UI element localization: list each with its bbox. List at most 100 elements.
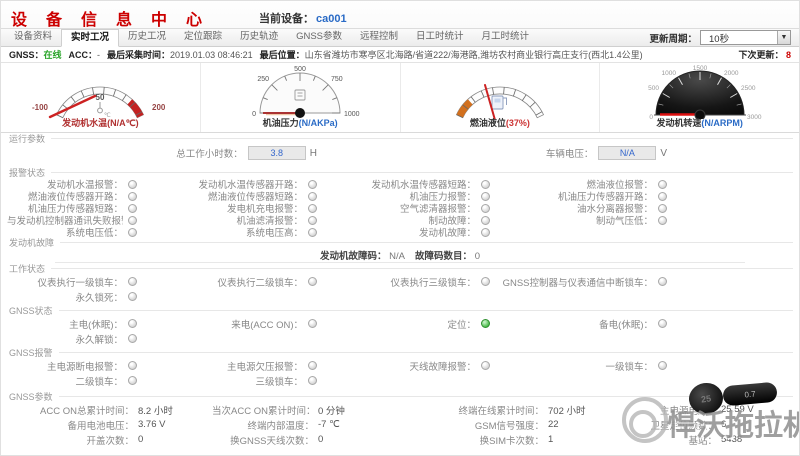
gauge-tick-label: 1000 xyxy=(344,111,360,118)
gauge-tick-label: 2500 xyxy=(741,85,756,92)
gauge-tick-label: -100 xyxy=(32,103,49,112)
status-item: 来电(ACC ON)： xyxy=(147,316,327,331)
tab-list: 设备资料实时工况历史工况定位跟踪历史轨迹GNSS参数远程控制日工时统计月工时统计 xyxy=(1,29,538,46)
status-item: 发动机故障： xyxy=(327,226,500,238)
status-led xyxy=(128,216,137,225)
section-header: GNSS参数 xyxy=(7,391,793,402)
run-params-grid: 总工作小时数：3.8H车辆电压：N/AV xyxy=(7,144,793,162)
status-led xyxy=(308,192,317,201)
status-led xyxy=(128,334,137,343)
gauge-tick-label: 0 xyxy=(649,114,653,119)
param-item: 开盖次数：0 xyxy=(7,432,212,447)
param-item: 终端在线累计时间：702 小时 xyxy=(392,402,622,417)
status-item: GNSS控制器与仪表通信中断锁车： xyxy=(500,274,677,289)
acc-value: - xyxy=(97,50,100,60)
tab-item[interactable]: 历史工况 xyxy=(119,29,175,46)
gauge-value: (N/ARPM) xyxy=(701,118,743,128)
gauge-value: (37%) xyxy=(506,118,530,128)
tab-item[interactable]: 远程控制 xyxy=(351,29,407,46)
tab-item[interactable]: 月工时统计 xyxy=(473,29,539,46)
current-device-label: 当前设备： xyxy=(259,13,314,25)
param-label: 换GNSS天线次数： xyxy=(212,433,314,447)
gauge-tick-label: 500 xyxy=(648,85,659,92)
status-item-label: 发动机故障： xyxy=(327,225,476,239)
status-item: 主电源欠压报警： xyxy=(147,358,327,373)
param-item: 换SIM卡次数：1 xyxy=(392,432,622,447)
next-update-value: 8 xyxy=(786,50,791,60)
section-header: 工作状态 xyxy=(7,263,793,274)
tab-item[interactable]: 设备资料 xyxy=(5,29,61,46)
brand-watermark-text: 悍沃拖拉机 xyxy=(667,402,800,444)
status-item-label: 永久锁死： xyxy=(7,290,123,304)
fault-code-label: 发动机故障码： xyxy=(320,251,387,262)
status-item: 仪表执行二级锁车： xyxy=(147,274,327,289)
run-param-unit: V xyxy=(660,148,667,159)
engine-fault-line: 发动机故障码： N/A 故障码数目： 0 xyxy=(7,248,793,260)
section-run-params: 运行参数 总工作小时数：3.8H车辆电压：N/AV xyxy=(1,133,799,167)
param-label: 终端内部温度： xyxy=(212,418,314,432)
work-status-grid: 仪表执行一级锁车：仪表执行二级锁车：仪表执行三级锁车：GNSS控制器与仪表通信中… xyxy=(7,274,793,304)
section-title: 运行参数 xyxy=(9,132,45,145)
gauge-value: (N/AKPa) xyxy=(299,118,338,128)
param-value: 8.2 小时 xyxy=(138,403,202,417)
alarm-status-grid: 发动机水温报警：发动机水温传感器开路：发动机水温传感器短路：燃油液位报警：燃油液… xyxy=(7,178,793,238)
status-led xyxy=(128,204,137,213)
status-led xyxy=(481,361,490,370)
tab-item[interactable]: 定位跟踪 xyxy=(175,29,231,46)
status-led xyxy=(128,292,137,301)
brand-logo-icon xyxy=(622,397,668,443)
thermometer-icon xyxy=(98,102,103,113)
gauge-tick-label: 1500 xyxy=(692,65,707,72)
status-led xyxy=(308,277,317,286)
gauge-oil-pressure: 0 250 500 750 1000 机油压力(N/AKPa) xyxy=(201,63,401,132)
run-param-item: 车辆电压：N/AV xyxy=(500,144,677,162)
section-work-status: 工作状态 仪表执行一级锁车：仪表执行二级锁车：仪表执行三级锁车：GNSS控制器与… xyxy=(1,263,799,305)
gauge-tick-label: 200 xyxy=(152,103,166,112)
param-label: ACC ON总累计时间： xyxy=(7,403,134,417)
tab-active[interactable]: 实时工况 xyxy=(61,29,119,47)
gauge-tick-label: 0 xyxy=(252,111,256,118)
tab-item[interactable]: 历史轨迹 xyxy=(231,29,287,46)
status-led xyxy=(128,228,137,237)
gauge-label: 燃油液位(37%) xyxy=(470,116,530,129)
update-cycle-select[interactable]: 10秒 ▼ xyxy=(700,30,791,45)
device-info-page: 设备信息中心 当前设备：ca001 设备资料实时工况历史工况定位跟踪历史轨迹GN… xyxy=(0,0,800,456)
status-led xyxy=(481,192,490,201)
status-led xyxy=(308,319,317,328)
chevron-down-icon: ▼ xyxy=(777,31,790,44)
status-item-label: 仪表执行二级锁车： xyxy=(147,275,303,289)
section-gnss-alarm: GNSS报警 主电源断电报警：主电源欠压报警：天线故障报警：一级锁车：二级锁车：… xyxy=(1,347,799,391)
param-label: 备用电池电压： xyxy=(7,418,134,432)
fuel-gauge-dial xyxy=(401,63,600,119)
last-location-label: 最后位置： xyxy=(260,48,305,61)
status-led xyxy=(128,361,137,370)
status-item-label: 备电(休眠)： xyxy=(500,317,653,331)
status-item-label: 定位： xyxy=(327,317,476,331)
status-led xyxy=(128,277,137,286)
tab-item[interactable]: GNSS参数 xyxy=(287,29,351,46)
current-device-id[interactable]: ca001 xyxy=(316,13,347,25)
run-param-item: 总工作小时数：3.8H xyxy=(147,144,327,162)
status-led xyxy=(128,319,137,328)
status-item-label: 一级锁车： xyxy=(500,359,653,373)
status-item-label: 来电(ACC ON)： xyxy=(147,317,303,331)
status-led xyxy=(481,180,490,189)
section-rule xyxy=(51,268,793,269)
status-led xyxy=(308,361,317,370)
param-value: 0 xyxy=(138,434,202,445)
run-param-label: 总工作小时数： xyxy=(147,146,243,160)
status-led xyxy=(308,228,317,237)
gnss-online-value: 在线 xyxy=(44,48,62,61)
section-rule xyxy=(59,310,793,311)
param-value: 22 xyxy=(548,419,612,430)
tab-item[interactable]: 日工时统计 xyxy=(407,29,473,46)
status-led xyxy=(658,216,667,225)
run-param-value-box: 3.8 xyxy=(248,146,306,160)
acc-label: ACC： xyxy=(69,48,98,61)
status-item-label: 系统电压高： xyxy=(147,225,303,239)
gauge-tick-label: 1000 xyxy=(661,70,676,77)
fault-code-value: N/A xyxy=(389,251,404,262)
param-item: GSM信号强度：22 xyxy=(392,417,622,432)
gauge-row: -100 50 200 ℃ 发动机水温(N/A℃) xyxy=(1,62,799,133)
next-update: 下次更新： 8 xyxy=(738,48,791,61)
